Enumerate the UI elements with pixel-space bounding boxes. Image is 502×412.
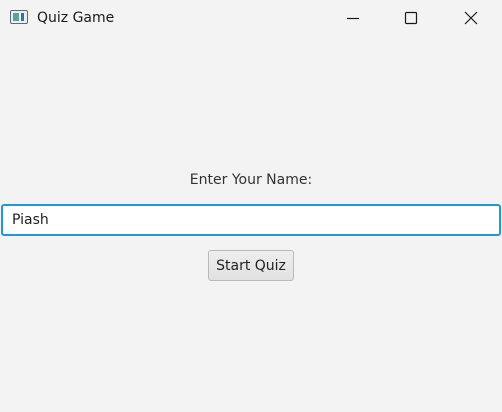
name-input[interactable]	[1, 204, 501, 236]
minimize-icon	[347, 17, 359, 20]
title-bar[interactable]: Quiz Game	[0, 0, 502, 36]
app-icon	[10, 10, 28, 24]
maximize-icon	[404, 11, 418, 25]
maximize-button[interactable]	[388, 0, 434, 36]
name-prompt-label: Enter Your Name:	[189, 172, 313, 188]
app-icon-pane	[13, 13, 19, 21]
close-button[interactable]	[448, 0, 494, 36]
minimize-button[interactable]	[330, 0, 376, 36]
app-window: Quiz Game Enter Your Name: Start Quiz	[0, 0, 502, 412]
start-quiz-button[interactable]: Start Quiz	[208, 250, 294, 281]
window-title: Quiz Game	[37, 10, 115, 26]
app-icon-pane	[21, 13, 24, 21]
close-icon	[464, 11, 478, 25]
